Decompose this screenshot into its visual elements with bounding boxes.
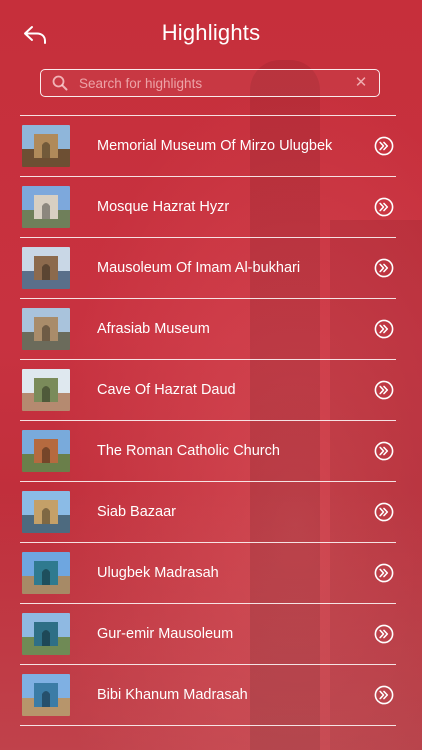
list-item-label: Memorial Museum Of Mirzo Ulugbek bbox=[97, 138, 333, 154]
thumbnail-image bbox=[22, 308, 70, 350]
chevron-right-circle-icon[interactable] bbox=[374, 380, 394, 400]
list-item[interactable]: Mosque Hazrat Hyzr bbox=[20, 177, 396, 238]
list-item[interactable]: Bibi Khanum Madrasah bbox=[20, 665, 396, 726]
chevron-right-circle-icon[interactable] bbox=[374, 502, 394, 522]
search-input[interactable] bbox=[77, 74, 353, 92]
thumbnail-image bbox=[22, 247, 70, 289]
thumbnail-image bbox=[22, 369, 70, 411]
list-item-label: The Roman Catholic Church bbox=[97, 443, 280, 459]
list-item-label: Gur-emir Mausoleum bbox=[97, 626, 234, 642]
thumbnail-image bbox=[22, 552, 70, 594]
list-item-label: Siab Bazaar bbox=[97, 504, 176, 520]
list-item[interactable]: Mausoleum Of Imam Al-bukhari bbox=[20, 238, 396, 299]
search-bar[interactable]: ✕ bbox=[40, 69, 380, 97]
chevron-right-circle-icon[interactable] bbox=[374, 441, 394, 461]
list-item-label: Mausoleum Of Imam Al-bukhari bbox=[97, 260, 301, 276]
list-item-label: Cave Of Hazrat Daud bbox=[97, 382, 236, 398]
chevron-right-circle-icon[interactable] bbox=[374, 685, 394, 705]
list-item[interactable]: Ulugbek Madrasah bbox=[20, 543, 396, 604]
chevron-right-circle-icon[interactable] bbox=[374, 624, 394, 644]
thumbnail-image bbox=[22, 186, 70, 228]
list-item[interactable]: Memorial Museum Of Mirzo Ulugbek bbox=[20, 116, 396, 177]
chevron-right-circle-icon[interactable] bbox=[374, 136, 394, 156]
chevron-right-circle-icon[interactable] bbox=[374, 258, 394, 278]
chevron-right-circle-icon[interactable] bbox=[374, 563, 394, 583]
chevron-right-circle-icon[interactable] bbox=[374, 319, 394, 339]
list-item-label: Ulugbek Madrasah bbox=[97, 565, 219, 581]
list-item[interactable]: Afrasiab Museum bbox=[20, 299, 396, 360]
thumbnail-image bbox=[22, 613, 70, 655]
header: Highlights bbox=[0, 0, 422, 68]
list-item-label: Mosque Hazrat Hyzr bbox=[97, 199, 230, 215]
list-item[interactable]: The Roman Catholic Church bbox=[20, 421, 396, 482]
list-item[interactable]: Cave Of Hazrat Daud bbox=[20, 360, 396, 421]
thumbnail-image bbox=[22, 430, 70, 472]
search-icon bbox=[52, 75, 68, 91]
close-icon[interactable]: ✕ bbox=[353, 75, 369, 91]
list-item[interactable]: Siab Bazaar bbox=[20, 482, 396, 543]
thumbnail-image bbox=[22, 491, 70, 533]
highlights-list: Memorial Museum Of Mirzo Ulugbek Mosque H… bbox=[20, 115, 396, 726]
thumbnail-image bbox=[22, 125, 70, 167]
list-item[interactable]: Gur-emir Mausoleum bbox=[20, 604, 396, 665]
page-title: Highlights bbox=[161, 20, 261, 45]
list-item-label: Bibi Khanum Madrasah bbox=[97, 687, 248, 703]
list-item-label: Afrasiab Museum bbox=[97, 321, 210, 337]
thumbnail-image bbox=[22, 674, 70, 716]
chevron-right-circle-icon[interactable] bbox=[374, 197, 394, 217]
